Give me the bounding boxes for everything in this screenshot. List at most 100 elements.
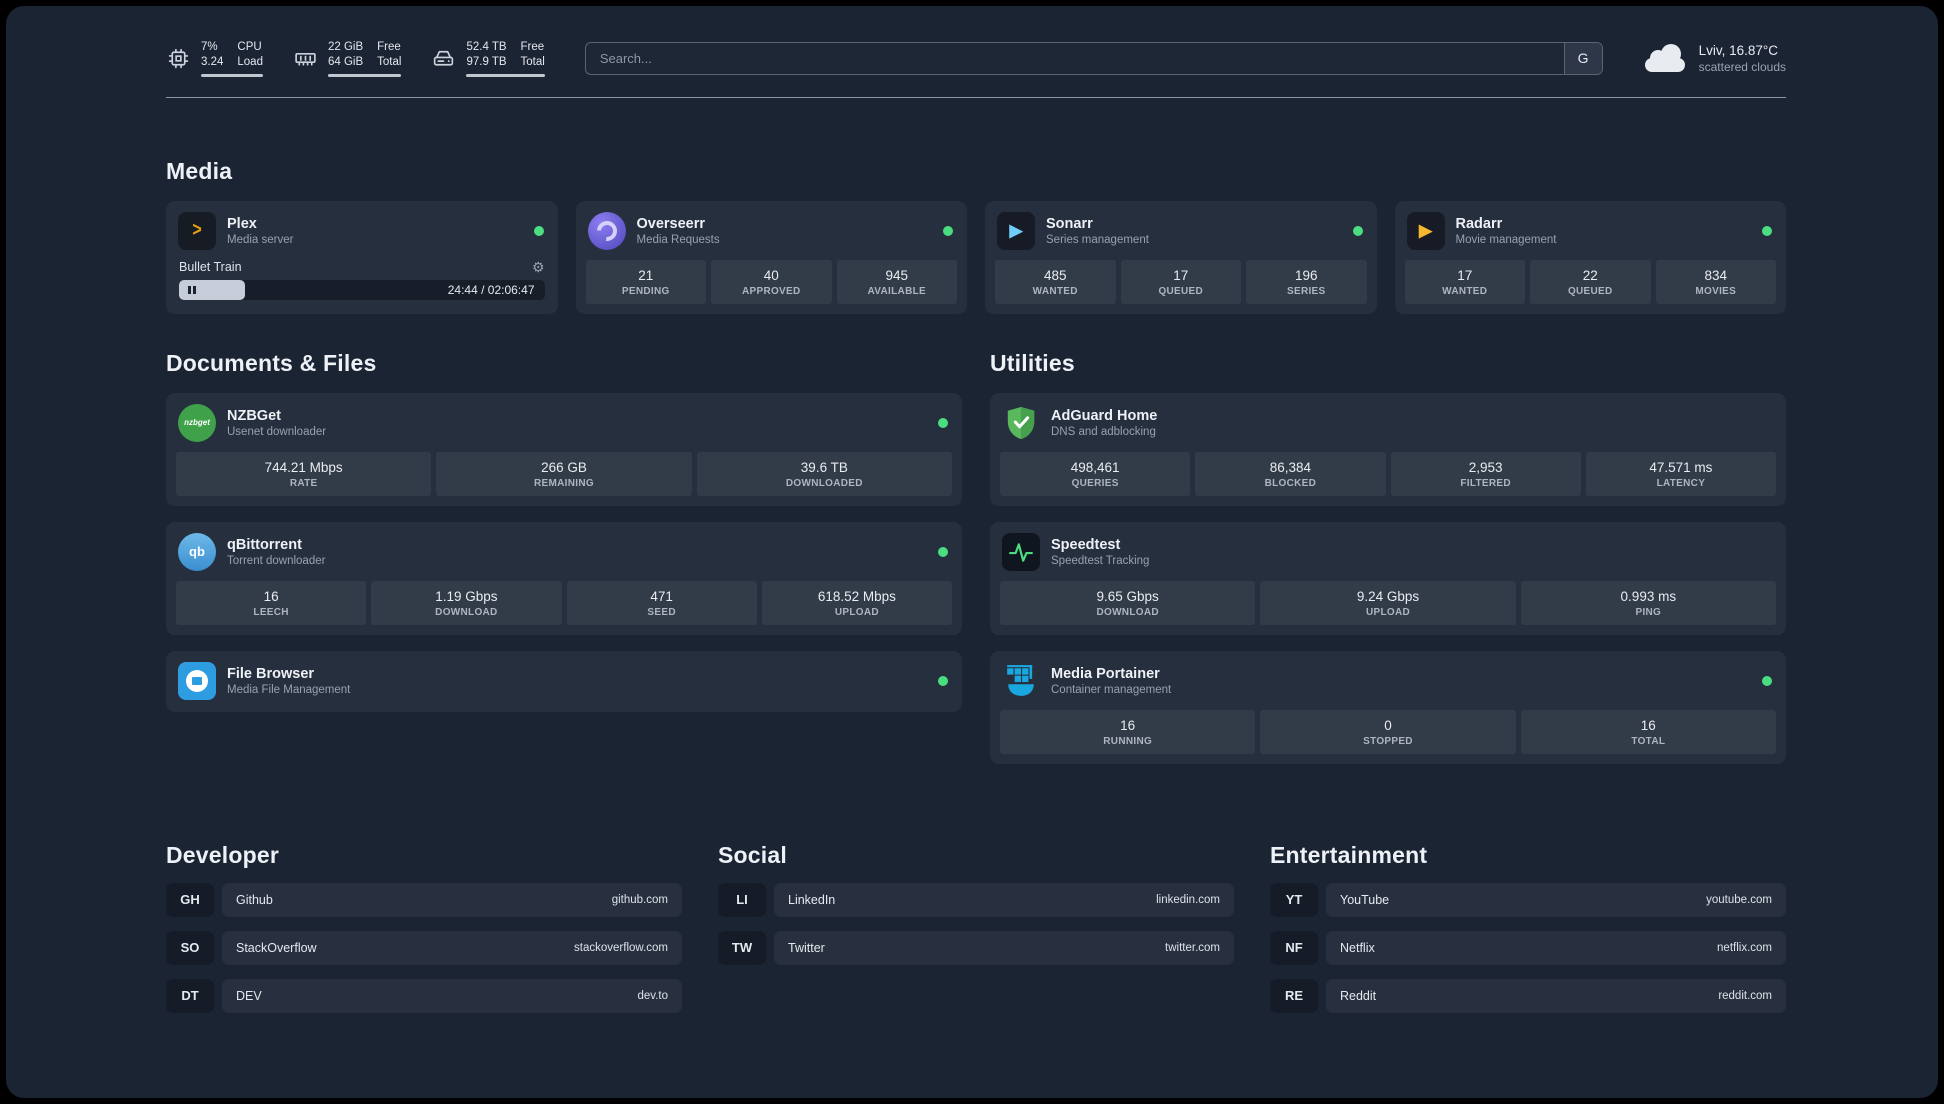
service-name: Media Portainer bbox=[1051, 665, 1160, 682]
stat-value: 945 bbox=[885, 267, 909, 283]
bookmark-github[interactable]: GH Github github.com bbox=[166, 882, 682, 917]
cloud-icon bbox=[1643, 43, 1687, 73]
stat-value: 266 GB bbox=[541, 459, 587, 475]
bookmark-domain: netflix.com bbox=[1717, 941, 1772, 954]
stat-value: 834 bbox=[1704, 267, 1728, 283]
weather-condition: scattered clouds bbox=[1698, 59, 1786, 74]
section-title-utilities: Utilities bbox=[990, 349, 1075, 376]
service-card-sonarr[interactable]: ▶ Sonarr Series management 485 WANTED 17… bbox=[985, 200, 1377, 314]
service-name: Sonarr bbox=[1046, 215, 1093, 232]
bookmark-group-social: Social LI LinkedIn linkedin.com TW Twitt… bbox=[718, 842, 1234, 965]
stat-value: 17 bbox=[1173, 267, 1189, 283]
stat-label: PENDING bbox=[621, 285, 670, 297]
service-card-adguard[interactable]: AdGuard Home DNS and adblocking 498,461 … bbox=[990, 392, 1786, 506]
memory-free-value: 22 GiB bbox=[327, 41, 364, 53]
bookmark-netflix[interactable]: NF Netflix netflix.com bbox=[1270, 930, 1786, 965]
stat-value: 498,461 bbox=[1070, 459, 1120, 475]
stat-block: 22 QUEUED bbox=[1530, 259, 1651, 304]
bookmark-dev[interactable]: DT DEV dev.to bbox=[166, 978, 682, 1013]
service-name: NZBGet bbox=[227, 407, 281, 424]
search-provider-button[interactable]: G bbox=[1563, 42, 1602, 74]
cpu-percent: 7% bbox=[201, 41, 218, 53]
stat-label: BLOCKED bbox=[1264, 477, 1317, 489]
service-name: Plex bbox=[227, 215, 257, 232]
stat-block: 17 QUEUED bbox=[1120, 259, 1241, 304]
stat-value: 9.24 Gbps bbox=[1356, 588, 1420, 604]
cpu-load-value: 3.24 bbox=[201, 55, 224, 68]
stat-value: 485 bbox=[1043, 267, 1067, 283]
bookmark-twitter[interactable]: TW Twitter twitter.com bbox=[718, 930, 1234, 965]
service-card-portainer[interactable]: Media Portainer Container management 16 … bbox=[990, 650, 1786, 764]
bookmark-domain: reddit.com bbox=[1718, 989, 1772, 1002]
stat-label: DOWNLOADED bbox=[785, 477, 863, 489]
stat-block: 40 APPROVED bbox=[711, 259, 832, 304]
service-card-overseerr[interactable]: Overseerr Media Requests 21 PENDING 40 A… bbox=[575, 200, 967, 314]
stat-block: 9.65 Gbps DOWNLOAD bbox=[1000, 580, 1256, 625]
search-bar[interactable]: G bbox=[584, 41, 1603, 75]
stat-label: DOWNLOAD bbox=[435, 606, 498, 618]
stat-value: 16 bbox=[1640, 717, 1656, 733]
bookmark-group-entertainment: Entertainment YT YouTube youtube.com NF … bbox=[1270, 842, 1786, 1013]
service-card-speedtest[interactable]: Speedtest Speedtest Tracking 9.65 Gbps D… bbox=[990, 521, 1786, 635]
search-input[interactable] bbox=[585, 42, 1564, 74]
section-documents: Documents & Files nzbget NZBGet Usenet d… bbox=[166, 350, 962, 712]
service-card-filebrowser[interactable]: File Browser Media File Management bbox=[166, 650, 962, 712]
stat-label: SERIES bbox=[1287, 285, 1326, 297]
bookmark-stackoverflow[interactable]: SO StackOverflow stackoverflow.com bbox=[166, 930, 682, 965]
status-dot bbox=[1762, 675, 1772, 686]
total-label: Total bbox=[377, 55, 402, 68]
plex-now-playing: Bullet Train ⚙ 24:44 / 02:06:47 bbox=[176, 260, 548, 300]
stat-label: TOTAL bbox=[1631, 735, 1666, 747]
bookmark-name: DEV bbox=[236, 988, 262, 1003]
stat-label: QUERIES bbox=[1071, 477, 1119, 489]
gear-icon[interactable]: ⚙ bbox=[532, 260, 545, 274]
sonarr-icon: ▶ bbox=[997, 211, 1035, 250]
stat-value: 39.6 TB bbox=[800, 459, 848, 475]
service-desc: Usenet downloader bbox=[227, 425, 327, 438]
stat-label: LATENCY bbox=[1656, 477, 1706, 489]
service-name: Overseerr bbox=[636, 215, 706, 232]
service-card-plex[interactable]: > Plex Media server Bullet Train ⚙ 24:44… bbox=[166, 200, 558, 314]
topbar: 7% 3.24 CPU Load 22 GiB 64 GiB Free Tota… bbox=[166, 40, 1786, 77]
playback-progress-bar[interactable]: 24:44 / 02:06:47 bbox=[179, 279, 545, 300]
stat-label: SEED bbox=[647, 606, 676, 618]
service-desc: Media File Management bbox=[227, 683, 351, 696]
stat-block: 21 PENDING bbox=[585, 259, 706, 304]
filebrowser-icon bbox=[178, 661, 216, 700]
stat-value: 618.52 Mbps bbox=[817, 588, 896, 604]
stat-label: UPLOAD bbox=[834, 606, 879, 618]
memory-widget: 22 GiB 64 GiB Free Total bbox=[293, 40, 402, 77]
bookmark-reddit[interactable]: RE Reddit reddit.com bbox=[1270, 978, 1786, 1013]
bookmark-linkedin[interactable]: LI LinkedIn linkedin.com bbox=[718, 882, 1234, 917]
bookmark-name: StackOverflow bbox=[236, 940, 317, 955]
service-desc: Media server bbox=[227, 233, 294, 246]
stat-block: 471 SEED bbox=[566, 580, 757, 625]
service-desc: DNS and adblocking bbox=[1051, 425, 1156, 438]
service-name: Speedtest bbox=[1051, 536, 1121, 553]
service-card-qbittorrent[interactable]: qb qBittorrent Torrent downloader 16 LEE… bbox=[166, 521, 962, 635]
status-dot bbox=[938, 417, 948, 428]
bookmark-domain: dev.to bbox=[637, 989, 668, 1002]
service-name: File Browser bbox=[227, 665, 315, 682]
bookmark-name: Twitter bbox=[788, 940, 825, 955]
stat-value: 40 bbox=[763, 267, 779, 283]
memory-total-value: 64 GiB bbox=[327, 55, 364, 68]
service-name: AdGuard Home bbox=[1051, 407, 1158, 424]
total-label: Total bbox=[520, 55, 545, 68]
stat-value: 1.19 Gbps bbox=[435, 588, 498, 604]
overseerr-icon bbox=[587, 211, 626, 250]
bookmark-domain: twitter.com bbox=[1165, 941, 1220, 954]
cpu-icon bbox=[166, 46, 191, 71]
bookmark-youtube[interactable]: YT YouTube youtube.com bbox=[1270, 882, 1786, 917]
stat-label: LEECH bbox=[253, 606, 289, 618]
plex-icon: > bbox=[178, 211, 216, 250]
service-card-nzbget[interactable]: nzbget NZBGet Usenet downloader 744.21 M… bbox=[166, 392, 962, 506]
free-label: Free bbox=[377, 41, 401, 53]
pause-icon[interactable] bbox=[188, 285, 196, 294]
stat-label: QUEUED bbox=[1158, 285, 1204, 297]
stat-label: MOVIES bbox=[1695, 285, 1737, 297]
stat-block: 0 STOPPED bbox=[1260, 709, 1516, 754]
bookmark-abbr: DT bbox=[166, 978, 214, 1013]
service-card-radarr[interactable]: ▶ Radarr Movie management 17 WANTED 22 Q… bbox=[1394, 200, 1786, 314]
playback-progress-fill bbox=[179, 279, 245, 300]
